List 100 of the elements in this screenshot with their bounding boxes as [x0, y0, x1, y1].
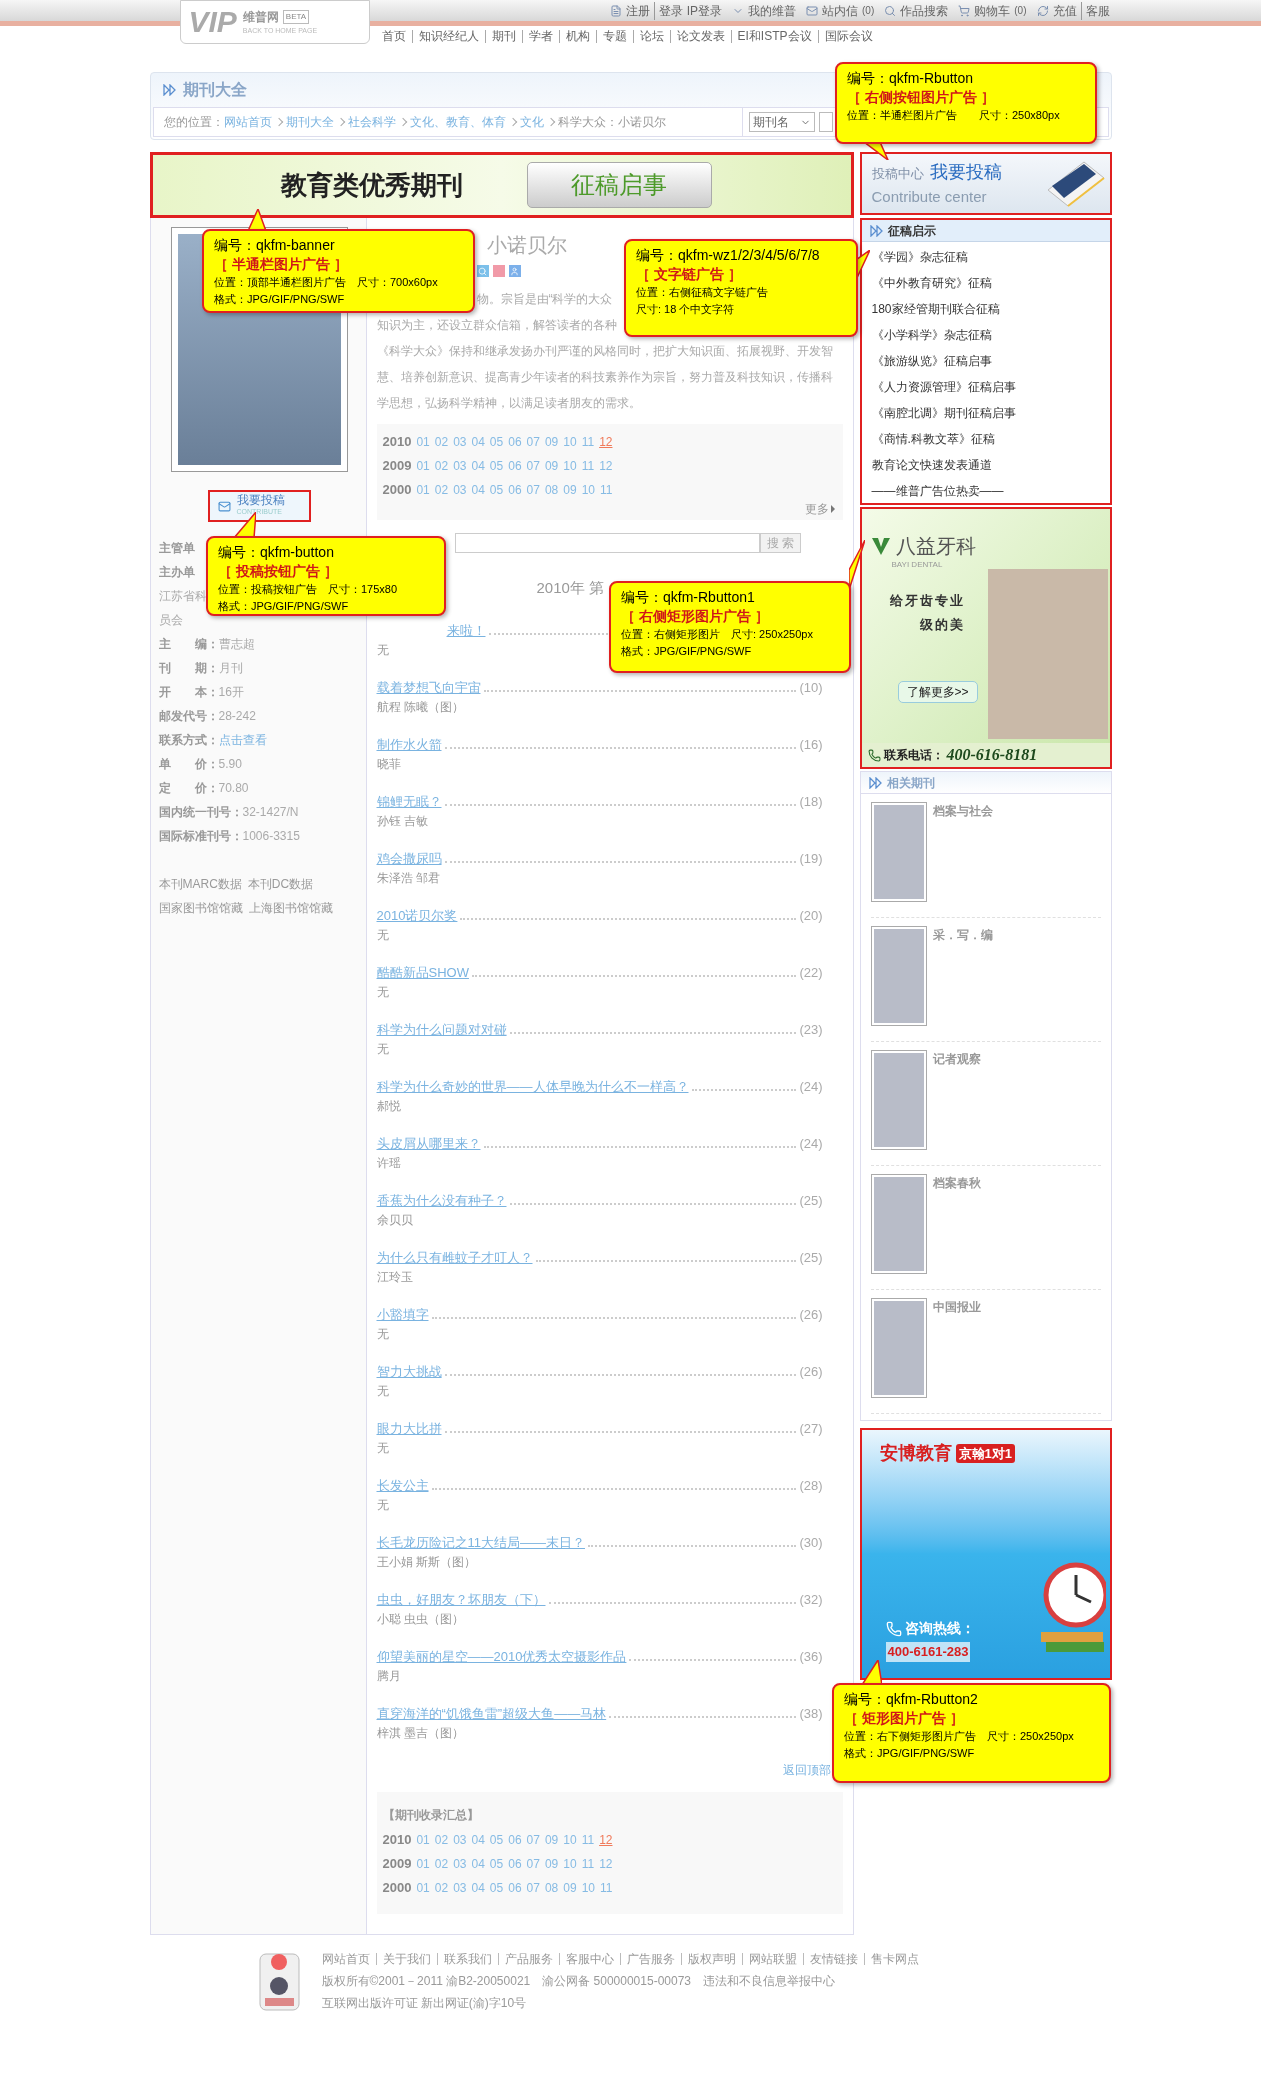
ad-button[interactable]: 了解更多>> — [897, 681, 978, 703]
call-for-papers-link[interactable]: ——维普广告位热卖—— — [871, 482, 1004, 500]
article-link[interactable]: 长发公主 — [376, 1475, 429, 1495]
issue-link[interactable]: 05 — [489, 457, 504, 475]
article-link[interactable]: 香蕉为什么没有种子？ — [376, 1190, 507, 1210]
banner-ad[interactable]: 教育类优秀期刊 征稿启事 — [149, 152, 854, 218]
issue-link[interactable]: 03 — [453, 1855, 467, 1873]
article-link[interactable]: 小豁填字 — [376, 1304, 429, 1324]
issue-link[interactable]: 02 — [434, 1831, 449, 1849]
issue-link[interactable]: 03 — [453, 1879, 467, 1897]
nav-link[interactable]: EI和ISTP会议 — [730, 30, 818, 43]
issue-link[interactable]: 08 — [544, 1879, 559, 1897]
article-link[interactable]: 载着梦想飞向宇宙 — [376, 677, 481, 697]
issue-link[interactable]: 09 — [563, 481, 577, 499]
call-for-papers-link[interactable]: 《人力资源管理》征稿启事 — [871, 378, 1016, 396]
issue-link[interactable]: 11 — [600, 481, 613, 499]
issue-link[interactable]: 07 — [526, 1855, 540, 1873]
issue-link[interactable]: 12 — [599, 1831, 613, 1849]
search-input[interactable] — [818, 112, 833, 132]
issue-link[interactable]: 10 — [581, 1879, 595, 1897]
article-link[interactable]: 为什么只有雌蚊子才叮人？ — [376, 1247, 533, 1267]
call-for-papers-link[interactable]: 《学园》杂志征稿 — [871, 248, 968, 266]
issue-link[interactable]: 03 — [453, 1831, 467, 1849]
nav-link[interactable]: 机构 — [558, 30, 596, 43]
issue-link[interactable]: 10 — [563, 433, 577, 451]
data-link[interactable]: 本刊DC数据 — [247, 875, 314, 893]
user-link[interactable]: 购物车 — [974, 1, 1011, 20]
cover-thumbnail[interactable] — [870, 1174, 927, 1274]
issue-link[interactable]: 07 — [526, 1879, 540, 1897]
search-field[interactable] — [454, 533, 760, 553]
nav-link[interactable]: 国际会议 — [817, 30, 879, 43]
issue-link[interactable]: 05 — [489, 1879, 504, 1897]
user-link[interactable]: 我的维普 — [748, 1, 797, 20]
issue-link[interactable]: 09 — [544, 1831, 559, 1849]
article-link[interactable]: 锦鲤无眠？ — [376, 791, 442, 811]
call-for-papers-link[interactable]: 《南腔北调》期刊征稿启事 — [871, 404, 1016, 422]
footer-link[interactable]: 网站首页 — [321, 1953, 376, 1965]
user-link[interactable]: 充值 — [1052, 1, 1077, 20]
user-link[interactable]: 站内信 — [822, 1, 859, 20]
article-link[interactable]: 鸡会撒尿吗 — [376, 848, 442, 868]
breadcrumb-link[interactable]: 期刊大全 — [285, 113, 334, 131]
education-ad[interactable]: 安博教育 京翰1对1 咨询热线： 400-6161-283 — [859, 1428, 1112, 1680]
nav-link[interactable]: 首页 — [381, 30, 412, 43]
issue-link[interactable]: 04 — [471, 1879, 485, 1897]
article-link[interactable]: 仰望美丽的星空——2010优秀太空摄影作品 — [376, 1646, 627, 1666]
issue-link[interactable]: 03 — [453, 433, 467, 451]
article-link[interactable]: 科学为什么问题对对碰 — [376, 1019, 507, 1039]
article-link[interactable]: 来啦！ — [446, 620, 486, 640]
article-link[interactable]: 头皮屑从哪里来？ — [376, 1133, 481, 1153]
issue-link[interactable]: 09 — [544, 457, 559, 475]
data-link[interactable]: 本刊MARC数据 — [158, 875, 242, 893]
issue-link[interactable]: 05 — [489, 1855, 504, 1873]
issue-link[interactable]: 01 — [416, 1831, 430, 1849]
back-to-top-link[interactable]: 返回顶部 — [782, 1761, 831, 1779]
user-link[interactable]: 注册 — [626, 1, 651, 20]
call-for-papers-link[interactable]: 《中外教育研究》征稿 — [871, 274, 992, 292]
article-link[interactable]: 制作水火箭 — [376, 734, 442, 754]
breadcrumb-link[interactable]: 社会科学 — [347, 113, 396, 131]
issue-link[interactable]: 10 — [563, 1831, 577, 1849]
search-category-select[interactable]: 期刊名 — [748, 112, 815, 132]
issue-link[interactable]: 11 — [600, 1879, 613, 1897]
issue-link[interactable]: 03 — [453, 457, 467, 475]
issue-link[interactable]: 12 — [599, 457, 613, 475]
breadcrumb-link[interactable]: 文化 — [519, 113, 544, 131]
issue-link[interactable]: 02 — [434, 1855, 449, 1873]
issue-link[interactable]: 06 — [508, 1879, 522, 1897]
issue-link[interactable]: 07 — [526, 433, 540, 451]
issue-link[interactable]: 02 — [434, 433, 449, 451]
issue-link[interactable]: 10 — [581, 481, 595, 499]
footer-link[interactable]: 产品服务 — [497, 1953, 559, 1965]
data-link[interactable]: 上海图书馆馆藏 — [248, 899, 333, 917]
issue-link[interactable]: 04 — [471, 1831, 485, 1849]
cover-thumbnail[interactable] — [870, 1050, 927, 1150]
issue-link[interactable]: 09 — [544, 433, 559, 451]
related-journal-link[interactable]: 档案春秋 — [932, 1174, 981, 1194]
dental-ad[interactable]: 八益牙科 BAYI DENTAL 给牙齿专业 级的美 了解更多>> 联系电话： 400-616-8181 — [859, 507, 1112, 769]
related-journal-link[interactable]: 档案与社会 — [932, 802, 993, 822]
related-journal-link[interactable]: 记者观察 — [932, 1050, 981, 1070]
footer-link[interactable]: 友情链接 — [802, 1953, 864, 1965]
related-journal-link[interactable]: 中国报业 — [932, 1298, 981, 1318]
nav-link[interactable]: 知识经纪人 — [411, 30, 485, 43]
data-link[interactable]: 国家图书馆馆藏 — [158, 899, 243, 917]
call-for-papers-link[interactable]: 教育论文快速发表通道 — [871, 456, 992, 474]
issue-link[interactable]: 01 — [416, 1855, 430, 1873]
issue-link[interactable]: 06 — [508, 1855, 522, 1873]
footer-link[interactable]: 网站联盟 — [741, 1953, 803, 1965]
article-link[interactable]: 科学为什么奇妙的世界——人体早晚为什么不一样高？ — [376, 1076, 689, 1096]
footer-link[interactable]: 关于我们 — [375, 1953, 437, 1965]
issue-link[interactable]: 07 — [526, 481, 540, 499]
issue-link[interactable]: 01 — [416, 457, 430, 475]
issue-link[interactable]: 01 — [416, 1879, 430, 1897]
issue-link[interactable]: 04 — [471, 481, 485, 499]
info-link[interactable]: 点击查看 — [218, 731, 267, 749]
user-link[interactable]: 登录 IP登录 — [654, 1, 723, 20]
issue-link[interactable]: 11 — [581, 457, 595, 475]
issue-link[interactable]: 02 — [434, 457, 449, 475]
cover-thumbnail[interactable] — [870, 926, 927, 1026]
issue-link[interactable]: 05 — [489, 481, 504, 499]
call-for-papers-link[interactable]: 《商情.科教文萃》征稿 — [871, 430, 995, 448]
issue-link[interactable]: 10 — [563, 457, 577, 475]
